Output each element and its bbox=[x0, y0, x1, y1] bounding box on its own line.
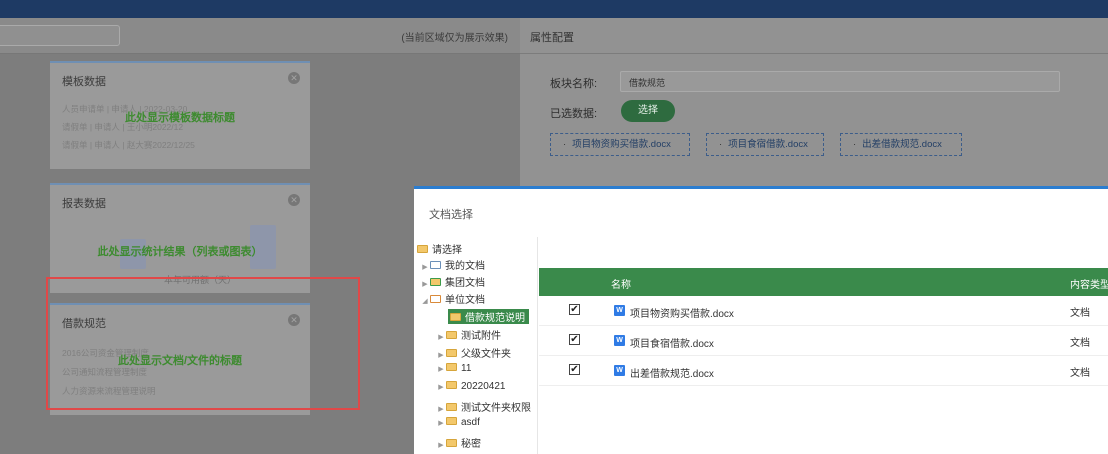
card-title: 报表数据 bbox=[62, 198, 106, 210]
row-checkbox[interactable]: ✔ bbox=[569, 364, 580, 375]
close-icon[interactable]: ✕ bbox=[288, 72, 300, 84]
tree-item-parent-folder[interactable]: ▶ 父级文件夹 bbox=[436, 345, 511, 360]
file-name: 项目物资购买借款.docx bbox=[630, 309, 734, 320]
dialog-title: 文档选择 bbox=[429, 209, 473, 221]
tree-label: 单位文档 bbox=[445, 295, 485, 306]
selected-doc-chip[interactable]: · 项目物资购买借款.docx bbox=[550, 133, 690, 156]
selected-doc-chip[interactable]: · 出差借款规范.docx bbox=[840, 133, 962, 156]
card-line: 请假单 | 申请人 | 赵大赛2022/12/25 bbox=[62, 140, 195, 150]
template-data-card[interactable]: 模板数据 ✕ 人员申请单 | 申请人 | 2022-03-20 请假单 | 申请… bbox=[50, 61, 310, 169]
card-overlay-text: 此处显示统计结果（列表或图表） bbox=[97, 246, 263, 258]
selected-doc-chip[interactable]: · 项目食宿借款.docx bbox=[706, 133, 824, 156]
chevron-right-icon[interactable]: ▶ bbox=[436, 383, 446, 391]
folder-icon bbox=[446, 349, 457, 358]
home-folder-icon bbox=[430, 295, 441, 304]
bullet-icon: · bbox=[719, 139, 723, 150]
tree-label: 11 bbox=[461, 363, 472, 374]
highlight-box bbox=[46, 277, 360, 410]
folder-icon bbox=[446, 331, 457, 340]
folder-icon bbox=[446, 381, 457, 390]
tree-label: 我的文档 bbox=[445, 261, 485, 272]
chevron-right-icon[interactable]: ▶ bbox=[436, 351, 446, 359]
column-header-type[interactable]: 内容类型 bbox=[1070, 276, 1108, 291]
tree-item-test-attachment[interactable]: ▶ 测试附件 bbox=[436, 327, 501, 342]
config-header: 属性配置 bbox=[520, 18, 1108, 54]
tree-root[interactable]: 请选择 bbox=[417, 241, 462, 256]
file-type: 文档 bbox=[1070, 308, 1090, 319]
document-select-dialog: 文档选择 请选择 ▶ 我的文档 ▶ 集团文档 ◢ 单位文档 借款规范说明 ▶ 测试附件 … bbox=[414, 186, 1108, 454]
chevron-right-icon[interactable]: ▶ bbox=[436, 419, 446, 427]
word-file-icon: W bbox=[614, 305, 625, 316]
folder-icon bbox=[446, 363, 457, 372]
table-row[interactable]: ✔ W 项目食宿借款.docx 文档 bbox=[539, 326, 1108, 356]
tree-item-loan-spec[interactable]: 借款规范说明 bbox=[448, 309, 529, 324]
word-file-icon: W bbox=[614, 365, 625, 376]
folder-icon bbox=[446, 417, 457, 426]
chevron-right-icon[interactable]: ▶ bbox=[436, 405, 446, 413]
tree-item-secret[interactable]: ▶ 秘密 bbox=[436, 435, 481, 450]
chevron-right-icon[interactable]: ▶ bbox=[436, 365, 446, 373]
table-row[interactable]: ✔ W 出差借款规范.docx 文档 bbox=[539, 356, 1108, 386]
tree-item-group-docs[interactable]: ▶ 集团文档 bbox=[420, 274, 485, 289]
selected-doc-name: 项目物资购买借款.docx bbox=[572, 139, 671, 150]
folder-icon bbox=[430, 261, 441, 270]
tree-item-unit-docs[interactable]: ◢ 单位文档 bbox=[420, 291, 485, 306]
folder-tree: 请选择 ▶ 我的文档 ▶ 集团文档 ◢ 单位文档 借款规范说明 ▶ 测试附件 ▶ 父级文件… bbox=[414, 237, 538, 454]
top-navigation-bar bbox=[0, 0, 1108, 18]
card-overlay-text: 此处显示模板数据标题 bbox=[125, 112, 235, 124]
chevron-right-icon[interactable]: ▶ bbox=[420, 280, 430, 288]
table-row[interactable]: ✔ W 项目物资购买借款.docx 文档 bbox=[539, 296, 1108, 326]
selected-data-label: 已选数据: bbox=[550, 108, 598, 120]
block-name-input[interactable]: 借款规范 bbox=[620, 71, 1060, 92]
chevron-down-icon[interactable]: ◢ bbox=[420, 297, 430, 305]
tree-label: 父级文件夹 bbox=[461, 349, 511, 360]
preview-header: (当前区域仅为展示效果) bbox=[0, 18, 520, 54]
tree-label: 集团文档 bbox=[445, 278, 485, 289]
file-name: 项目食宿借款.docx bbox=[630, 339, 714, 350]
file-name: 出差借款规范.docx bbox=[630, 369, 714, 380]
tree-item-20220421[interactable]: ▶ 20220421 bbox=[436, 381, 506, 396]
file-type: 文档 bbox=[1070, 368, 1090, 379]
document-table: 名称 内容类型 ✔ W 项目物资购买借款.docx 文档 ✔ W 项目食宿借款.… bbox=[539, 237, 1108, 454]
block-name-label: 板块名称: bbox=[550, 78, 598, 90]
tree-label: 20220421 bbox=[461, 381, 506, 392]
tree-item-11[interactable]: ▶ 11 bbox=[436, 363, 471, 378]
chevron-right-icon[interactable]: ▶ bbox=[436, 333, 446, 341]
bullet-icon: · bbox=[563, 139, 567, 150]
tree-label: 秘密 bbox=[461, 439, 481, 450]
chevron-right-icon[interactable]: ▶ bbox=[436, 441, 446, 449]
folder-icon bbox=[430, 278, 441, 287]
folder-icon bbox=[450, 313, 461, 322]
preview-search-input[interactable] bbox=[0, 25, 120, 46]
tree-item-my-docs[interactable]: ▶ 我的文档 bbox=[420, 257, 485, 272]
tree-item-folder-permission[interactable]: ▶ 测试文件夹权限 bbox=[436, 399, 531, 414]
file-type: 文档 bbox=[1070, 338, 1090, 349]
card-title: 模板数据 bbox=[62, 76, 106, 88]
tree-label: 测试文件夹权限 bbox=[461, 403, 531, 414]
folder-icon bbox=[446, 403, 457, 412]
tree-label: 测试附件 bbox=[461, 331, 501, 342]
tree-item-asdf[interactable]: ▶ asdf bbox=[436, 417, 480, 432]
bullet-icon: · bbox=[853, 139, 857, 150]
folder-icon bbox=[417, 245, 428, 254]
tree-label: asdf bbox=[461, 417, 480, 428]
row-checkbox[interactable]: ✔ bbox=[569, 334, 580, 345]
folder-icon bbox=[446, 439, 457, 448]
row-checkbox[interactable]: ✔ bbox=[569, 304, 580, 315]
selected-doc-name: 项目食宿借款.docx bbox=[728, 139, 808, 150]
choose-button[interactable]: 选择 bbox=[621, 100, 675, 122]
config-title: 属性配置 bbox=[530, 32, 574, 44]
column-header-name[interactable]: 名称 bbox=[611, 276, 631, 291]
close-icon[interactable]: ✕ bbox=[288, 194, 300, 206]
word-file-icon: W bbox=[614, 335, 625, 346]
table-header: 名称 内容类型 bbox=[539, 268, 1108, 296]
tree-label: 请选择 bbox=[432, 245, 462, 256]
chevron-right-icon[interactable]: ▶ bbox=[420, 263, 430, 271]
tree-label: 借款规范说明 bbox=[465, 313, 525, 324]
preview-note: (当前区域仅为展示效果) bbox=[401, 33, 508, 44]
selected-doc-name: 出差借款规范.docx bbox=[862, 139, 942, 150]
